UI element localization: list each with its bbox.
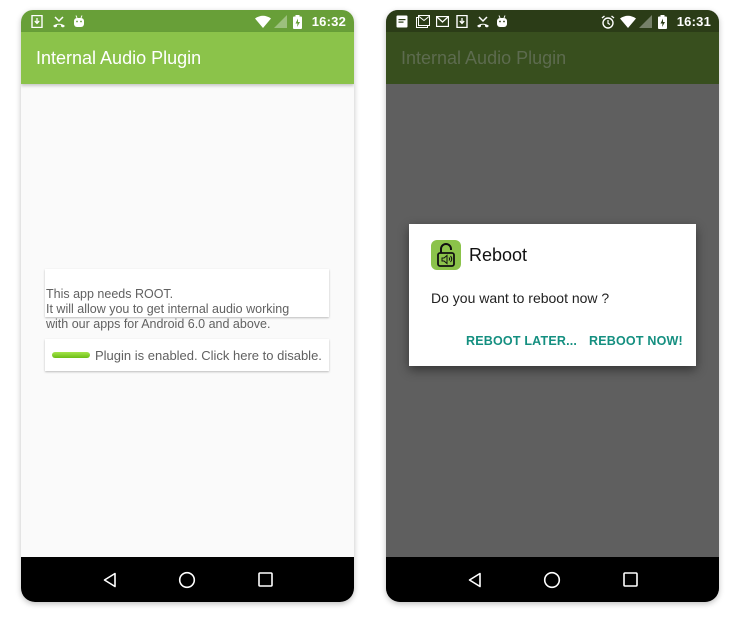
dialog-title: Reboot (469, 244, 528, 265)
android-icon (496, 14, 509, 28)
reboot-dialog: Reboot Do you want to reboot now ? REBOO… (409, 224, 696, 366)
phone-screen-main: 16:32 Internal Audio Plugin This app nee… (21, 10, 354, 602)
app-title: Internal Audio Plugin (36, 47, 202, 68)
recents-icon (257, 572, 273, 587)
dialog-header: Reboot (431, 240, 527, 270)
info-text: This app needs ROOT. It will allow you t… (46, 287, 290, 331)
phone-screen-dialog: 16:31 Internal Audio Plugin Reboot Do yo… (386, 10, 719, 602)
reboot-now-button[interactable]: REBOOT NOW! (589, 334, 683, 348)
dialog-message: Do you want to reboot now ? (431, 290, 610, 306)
app-bar: Internal Audio Plugin (386, 32, 719, 84)
missed-call-icon (52, 15, 65, 28)
gmail-stack-icon (416, 14, 430, 28)
alarm-icon (601, 14, 615, 29)
status-bar: 16:31 (386, 10, 719, 32)
download-icon (31, 14, 44, 28)
battery-charging-icon (292, 14, 306, 29)
battery-charging-icon (657, 14, 671, 29)
home-icon (544, 571, 561, 588)
navigation-bar (21, 557, 354, 602)
download-icon (456, 14, 469, 28)
recents-button[interactable] (255, 570, 275, 590)
home-icon (179, 571, 196, 588)
gmail-icon (435, 15, 450, 28)
enabled-indicator-icon (52, 352, 90, 358)
back-icon (468, 572, 481, 587)
app-bar: Internal Audio Plugin (21, 32, 354, 84)
status-time: 16:32 (311, 13, 346, 29)
status-bar: 16:32 (21, 10, 354, 32)
cell-signal-icon (638, 14, 652, 28)
status-time: 16:31 (676, 13, 711, 29)
app-title: Internal Audio Plugin (401, 47, 567, 68)
back-button[interactable] (465, 570, 485, 590)
back-icon (103, 572, 116, 587)
recents-icon (622, 572, 638, 587)
wifi-icon (254, 15, 271, 28)
wifi-icon (619, 15, 636, 28)
info-card: This app needs ROOT. It will allow you t… (45, 269, 329, 331)
toggle-label: Plugin is enabled. Click here to disable… (95, 347, 322, 363)
home-button[interactable] (177, 570, 197, 590)
android-icon (73, 14, 86, 28)
missed-call-icon (476, 15, 489, 28)
navigation-bar (386, 557, 719, 602)
plugin-toggle-button[interactable]: Plugin is enabled. Click here to disable… (45, 339, 329, 371)
recents-button[interactable] (620, 570, 640, 590)
notes-icon (396, 15, 409, 28)
reboot-later-button[interactable]: REBOOT LATER... (466, 334, 577, 348)
back-button[interactable] (100, 570, 120, 590)
cell-signal-icon (273, 14, 287, 28)
lock-speaker-icon (431, 240, 461, 270)
home-button[interactable] (542, 570, 562, 590)
